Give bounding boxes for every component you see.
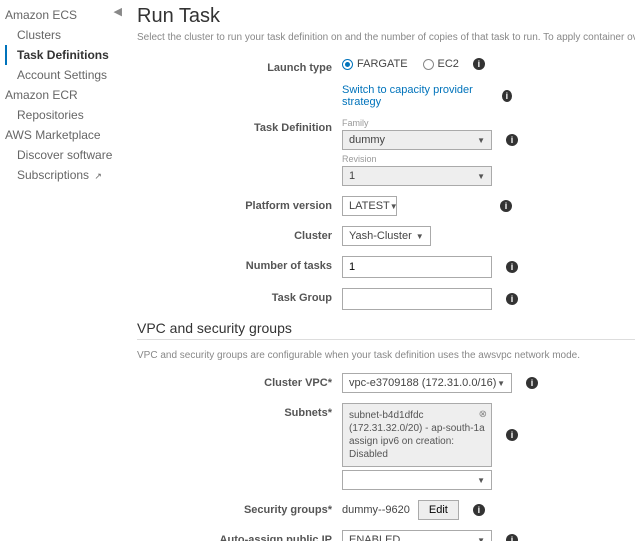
sidebar-item-label: Subscriptions bbox=[17, 168, 89, 182]
chevron-down-icon: ▼ bbox=[416, 232, 424, 241]
subnet-detail: (172.31.32.0/20) - ap-south-1a bbox=[349, 422, 485, 435]
task-family-select[interactable]: dummy ▼ bbox=[342, 130, 492, 150]
launch-type-radio-group: FARGATE EC2 bbox=[342, 58, 459, 70]
label-task-group: Task Group bbox=[137, 288, 342, 304]
sidebar-item-discover-software[interactable]: Discover software bbox=[5, 145, 125, 165]
cluster-vpc-select[interactable]: vpc-e3709188 (172.31.0.0/16) | Default .… bbox=[342, 373, 512, 393]
nav-group-marketplace: AWS Marketplace bbox=[5, 125, 125, 145]
chevron-down-icon: ▼ bbox=[477, 136, 485, 145]
info-icon[interactable]: i bbox=[473, 58, 485, 70]
info-icon[interactable]: i bbox=[502, 90, 512, 102]
label-auto-assign-ip: Auto-assign public IP bbox=[137, 530, 342, 541]
section-title-vpc: VPC and security groups bbox=[137, 320, 635, 336]
subnet-ipv6: assign ipv6 on creation: Disabled bbox=[349, 435, 485, 461]
chevron-down-icon: ▼ bbox=[390, 202, 398, 211]
sidebar-item-repositories[interactable]: Repositories bbox=[5, 105, 125, 125]
label-cluster: Cluster bbox=[137, 226, 342, 242]
chevron-down-icon: ▼ bbox=[477, 536, 485, 541]
subnet-selected-box: ⊗ subnet-b4d1dfdc (172.31.32.0/20) - ap-… bbox=[342, 403, 492, 467]
subnet-id: subnet-b4d1dfdc bbox=[349, 409, 485, 422]
section-desc-vpc: VPC and security groups are configurable… bbox=[137, 350, 635, 361]
radio-fargate[interactable]: FARGATE bbox=[342, 58, 408, 70]
chevron-down-icon: ▼ bbox=[477, 172, 485, 181]
external-link-icon: ↗ bbox=[94, 171, 102, 181]
nav-group-ecs: Amazon ECS bbox=[5, 5, 125, 25]
info-icon[interactable]: i bbox=[506, 134, 518, 146]
sidebar-item-subscriptions[interactable]: Subscriptions ↗ bbox=[5, 165, 125, 185]
chevron-down-icon: ▼ bbox=[497, 379, 505, 388]
radio-dot-icon bbox=[423, 59, 434, 70]
radio-label: FARGATE bbox=[357, 58, 408, 70]
select-value: LATEST bbox=[349, 200, 390, 212]
main-content: Run Task Select the cluster to run your … bbox=[125, 0, 635, 541]
radio-label: EC2 bbox=[438, 58, 459, 70]
chevron-down-icon: ▼ bbox=[477, 476, 485, 485]
sidebar-collapse-icon[interactable]: ◀ bbox=[114, 5, 122, 18]
sidebar-item-clusters[interactable]: Clusters bbox=[5, 25, 125, 45]
select-value: vpc-e3709188 (172.31.0.0/16) | Default .… bbox=[349, 377, 497, 389]
sidebar: ◀ Amazon ECS Clusters Task Definitions A… bbox=[0, 0, 125, 541]
task-group-input[interactable] bbox=[342, 288, 492, 310]
capacity-provider-link[interactable]: Switch to capacity provider strategy bbox=[342, 84, 488, 108]
page-description: Select the cluster to run your task defi… bbox=[137, 32, 635, 43]
label-launch-type: Launch type bbox=[137, 58, 342, 74]
info-icon[interactable]: i bbox=[506, 534, 518, 541]
radio-dot-icon bbox=[342, 59, 353, 70]
security-group-value: dummy--9620 bbox=[342, 504, 410, 516]
info-icon[interactable]: i bbox=[506, 261, 518, 273]
remove-subnet-icon[interactable]: ⊗ bbox=[479, 408, 487, 421]
label-number-of-tasks: Number of tasks bbox=[137, 256, 342, 272]
label-subnets: Subnets* bbox=[137, 403, 342, 419]
select-value: dummy bbox=[349, 134, 385, 146]
info-icon[interactable]: i bbox=[473, 504, 485, 516]
select-value: Yash-Cluster bbox=[349, 230, 412, 242]
info-icon[interactable]: i bbox=[506, 293, 518, 305]
info-icon[interactable]: i bbox=[506, 429, 518, 441]
radio-ec2[interactable]: EC2 bbox=[423, 58, 459, 70]
label-task-definition: Task Definition bbox=[137, 118, 342, 134]
label-platform-version: Platform version bbox=[137, 196, 342, 212]
select-value: ENABLED bbox=[349, 534, 400, 541]
page-title: Run Task bbox=[137, 5, 635, 28]
info-icon[interactable]: i bbox=[500, 200, 512, 212]
task-revision-select[interactable]: 1 ▼ bbox=[342, 166, 492, 186]
auto-assign-ip-select[interactable]: ENABLED ▼ bbox=[342, 530, 492, 541]
sublabel-family: Family bbox=[342, 118, 518, 128]
number-of-tasks-input[interactable] bbox=[342, 256, 492, 278]
nav-group-ecr: Amazon ECR bbox=[5, 85, 125, 105]
subnet-add-select[interactable]: ▼ bbox=[342, 470, 492, 490]
edit-security-group-button[interactable]: Edit bbox=[418, 500, 459, 520]
sidebar-item-task-definitions[interactable]: Task Definitions bbox=[5, 45, 125, 65]
cluster-select[interactable]: Yash-Cluster ▼ bbox=[342, 226, 431, 246]
divider bbox=[137, 339, 635, 340]
select-value: 1 bbox=[349, 170, 355, 182]
platform-version-select[interactable]: LATEST ▼ bbox=[342, 196, 397, 216]
label-cluster-vpc: Cluster VPC* bbox=[137, 373, 342, 389]
info-icon[interactable]: i bbox=[526, 377, 538, 389]
sublabel-revision: Revision bbox=[342, 154, 518, 164]
label-security-groups: Security groups* bbox=[137, 500, 342, 516]
sidebar-item-account-settings[interactable]: Account Settings bbox=[5, 65, 125, 85]
